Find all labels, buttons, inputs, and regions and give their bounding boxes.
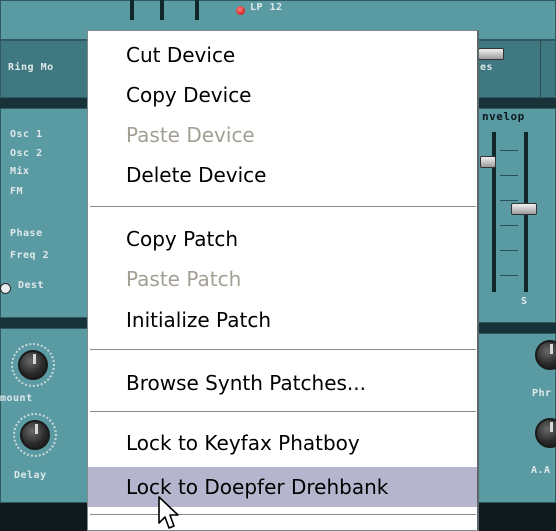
menu-item-browse-synth-patches[interactable]: Browse Synth Patches... xyxy=(88,365,477,401)
menu-item-copy-patch[interactable]: Copy Patch xyxy=(88,221,477,257)
section-band xyxy=(0,318,90,328)
mod-dest-fm: FM xyxy=(10,186,24,197)
menu-item-paste-patch: Paste Patch xyxy=(126,267,242,291)
mod-dest-osc2: Osc 2 xyxy=(10,148,43,159)
menu-item-paste-device: Paste Device xyxy=(126,123,255,147)
menu-item-lock-doepfer-drehbank[interactable]: Lock to Doepfer Drehbank xyxy=(88,467,477,507)
amount-knob xyxy=(18,350,48,380)
dest-radio xyxy=(0,283,11,294)
filter-led xyxy=(236,6,245,15)
slider-slot xyxy=(160,0,164,20)
mod-dest-phase: Phase xyxy=(10,228,43,239)
slider-handle xyxy=(478,48,504,60)
scale-mark xyxy=(500,250,518,251)
menu-item-initialize-patch[interactable]: Initialize Patch xyxy=(88,302,477,338)
attack-slider-handle xyxy=(480,156,496,168)
device-context-menu: Cut Device Copy Device Paste Device Dele… xyxy=(87,30,479,531)
amount-label: mount xyxy=(0,393,33,404)
section-band xyxy=(0,98,90,108)
mod-dest-freq2: Freq 2 xyxy=(10,250,50,261)
right-label-es: es xyxy=(480,62,494,73)
envelope-section xyxy=(478,108,556,323)
scale-mark xyxy=(500,225,518,226)
ring-mod-label: Ring Mo xyxy=(8,62,54,73)
menu-item-lock-keyfax-phatboy[interactable]: Lock to Keyfax Phatboy xyxy=(88,425,477,461)
sustain-label: S xyxy=(521,296,528,307)
phase-label: Phr xyxy=(532,388,552,399)
menu-item-delete-device[interactable]: Delete Device xyxy=(88,157,477,193)
delay-label: Delay xyxy=(14,470,47,481)
panel-bottom xyxy=(478,503,556,531)
envelope-label: nvelop xyxy=(482,110,525,123)
menu-separator xyxy=(90,411,476,413)
menu-separator xyxy=(90,349,476,351)
menu-separator xyxy=(90,514,476,516)
slider-slot xyxy=(130,0,134,20)
scale-mark xyxy=(500,200,518,201)
sustain-slider-handle xyxy=(511,203,537,215)
menu-item-copy-device[interactable]: Copy Device xyxy=(88,77,477,113)
divider xyxy=(540,40,541,98)
section-band xyxy=(478,98,556,108)
scale-mark xyxy=(500,175,518,176)
aa-label: A.A xyxy=(531,465,551,476)
delay-knob xyxy=(20,420,50,450)
panel-bottom xyxy=(0,503,90,531)
mod-dest-mix: Mix xyxy=(10,166,30,177)
menu-item-cut-device[interactable]: Cut Device xyxy=(88,37,477,73)
mod-dest-osc1: Osc 1 xyxy=(10,129,43,140)
scale-mark xyxy=(500,150,518,151)
arrow-pointer-icon xyxy=(158,496,179,529)
filter-mode-label: LP 12 xyxy=(250,2,283,13)
dest-label: Dest xyxy=(18,280,45,291)
slider-slot xyxy=(195,0,199,20)
menu-separator xyxy=(90,206,476,208)
section-band xyxy=(478,323,556,333)
scale-mark xyxy=(500,275,518,276)
